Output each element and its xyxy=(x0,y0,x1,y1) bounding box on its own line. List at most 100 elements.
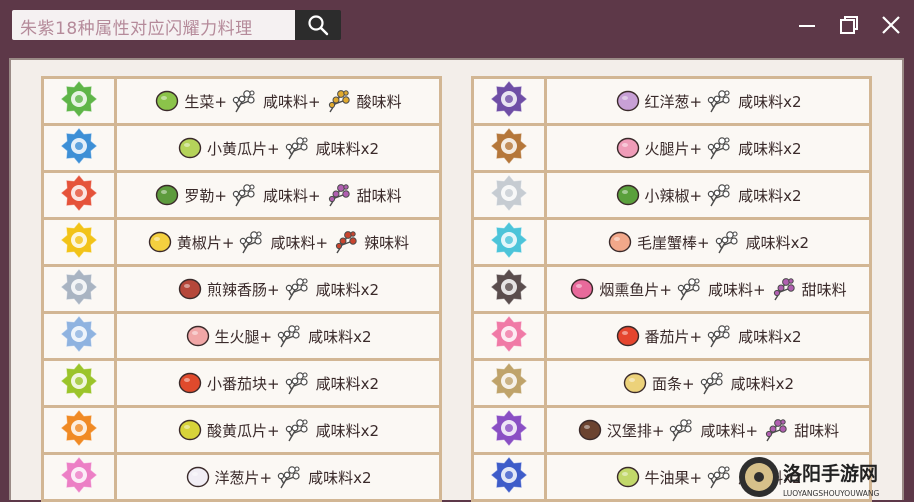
recipe-row: 小辣椒+ 咸味料x2 xyxy=(471,170,872,220)
type-cell xyxy=(471,358,547,408)
ingredient-label: 罗勒+ xyxy=(184,186,227,205)
recipe-row: 罗勒+ 咸味料+ 甜味料 xyxy=(41,170,442,220)
close-button[interactable] xyxy=(874,10,908,40)
seasoning-label: 咸味料x2 xyxy=(315,280,379,299)
minimize-button[interactable] xyxy=(790,10,824,40)
recipe-cell: 罗勒+ 咸味料+ 甜味料 xyxy=(114,170,442,220)
salty-herb-icon xyxy=(715,231,738,254)
ice-type-icon xyxy=(490,221,528,259)
salty-herb-icon xyxy=(677,278,700,301)
type-cell xyxy=(41,311,117,361)
grass-type-icon xyxy=(60,80,98,118)
ingredient-label: 烟熏鱼片+ xyxy=(599,280,672,299)
bug-type-icon xyxy=(60,362,98,400)
salty-herb-icon xyxy=(707,90,730,113)
type-cell xyxy=(41,123,117,173)
search-button[interactable] xyxy=(295,10,341,40)
ground-type-icon xyxy=(490,127,528,165)
ghost-type-icon xyxy=(490,80,528,118)
seasoning-label: 咸味料+ xyxy=(262,186,321,205)
recipe-cell: 烟熏鱼片+ 咸味料+ 甜味料 xyxy=(544,264,872,314)
watermark-url: LUOYANGSHOUYOUWANG xyxy=(783,489,879,498)
recipe-formula: 汉堡排+ 咸味料+ 甜味料 xyxy=(547,416,869,444)
flying-type-icon xyxy=(60,315,98,353)
seasoning-label: 咸味料x2 xyxy=(738,139,802,158)
maximize-icon xyxy=(840,16,858,34)
recipe-formula: 生菜+ 咸味料+ 酸味料 xyxy=(117,87,439,115)
onion-icon xyxy=(186,466,209,488)
steel-type-icon xyxy=(490,174,528,212)
seasoning-label: 咸味料+ xyxy=(707,280,766,299)
fire-type-icon xyxy=(60,174,98,212)
ham-icon xyxy=(186,325,209,347)
yellow-pepper-icon xyxy=(148,231,172,253)
water-type-icon xyxy=(60,127,98,165)
poison-type-icon xyxy=(490,409,528,447)
salty-herb-icon xyxy=(285,419,308,442)
type-cell xyxy=(41,264,117,314)
ingredient-label: 生火腿+ xyxy=(214,327,273,346)
search-input-value: 朱紫18种属性对应闪耀力料理 xyxy=(20,19,253,39)
tomato-icon xyxy=(178,372,202,394)
seasoning-label: 咸味料x2 xyxy=(730,374,794,393)
recipe-row: 面条+ 咸味料x2 xyxy=(471,358,872,408)
watermark: 洛阳手游网 LUOYANGSHOUYOUWANG xyxy=(739,457,879,498)
red-onion-icon xyxy=(616,90,639,112)
dragon-type-icon xyxy=(490,456,528,494)
fighting-type-icon xyxy=(60,409,98,447)
recipe-row: 小黄瓜片+ 咸味料x2 xyxy=(41,123,442,173)
ingredient-label: 面条+ xyxy=(652,374,695,393)
recipe-row: 小番茄块+ 咸味料x2 xyxy=(41,358,442,408)
recipe-formula: 火腿片+ 咸味料x2 xyxy=(547,134,869,162)
maximize-button[interactable] xyxy=(832,10,866,40)
seasoning-label: 咸味料x2 xyxy=(745,233,809,252)
recipe-cell: 黄椒片+ 咸味料+ 辣味料 xyxy=(114,217,442,267)
recipe-cell: 番茄片+ 咸味料x2 xyxy=(544,311,872,361)
recipe-formula: 煎辣香肠+ 咸味料x2 xyxy=(117,275,439,303)
seasoning-label: 咸味料x2 xyxy=(308,468,372,487)
salty-herb-icon xyxy=(232,184,255,207)
recipe-formula: 小番茄块+ 咸味料x2 xyxy=(117,369,439,397)
ingredient-label: 毛崖蟹棒+ xyxy=(637,233,710,252)
recipe-row: 黄椒片+ 咸味料+ 辣味料 xyxy=(41,217,442,267)
type-cell xyxy=(471,217,547,267)
pickle-icon xyxy=(178,419,202,441)
watermark-title: 洛阳手游网 xyxy=(783,462,878,485)
recipe-cell: 小辣椒+ 咸味料x2 xyxy=(544,170,872,220)
recipe-formula: 面条+ 咸味料x2 xyxy=(547,369,869,397)
ingredient-label: 汉堡排+ xyxy=(606,421,665,440)
recipe-row: 番茄片+ 咸味料x2 xyxy=(471,311,872,361)
recipe-row: 红洋葱+ 咸味料x2 xyxy=(471,76,872,126)
salty-herb-icon xyxy=(285,278,308,301)
burger-patty-icon xyxy=(578,419,602,441)
seasoning-label-2: 甜味料 xyxy=(801,280,847,299)
rock-type-icon xyxy=(490,362,528,400)
type-cell xyxy=(471,264,547,314)
recipe-formula: 毛崖蟹棒+ 咸味料x2 xyxy=(547,228,869,256)
search-input[interactable]: 朱紫18种属性对应闪耀力料理 xyxy=(12,10,295,40)
recipe-cell: 洋葱片+ 咸味料x2 xyxy=(114,452,442,502)
recipe-formula: 烟熏鱼片+ 咸味料+ 甜味料 xyxy=(547,275,869,303)
seasoning-label-2: 甜味料 xyxy=(794,421,840,440)
fairy-type-icon xyxy=(60,456,98,494)
jalapeno-icon xyxy=(616,184,639,206)
search-icon xyxy=(308,15,329,36)
salty-herb-icon xyxy=(240,231,263,254)
type-cell xyxy=(41,405,117,455)
type-cell xyxy=(41,452,117,502)
recipe-formula: 红洋葱+ 咸味料x2 xyxy=(547,87,869,115)
sweet-herb-icon xyxy=(328,184,350,207)
recipe-row: 煎辣香肠+ 咸味料x2 xyxy=(41,264,442,314)
type-cell xyxy=(41,76,117,126)
ingredient-label: 黄椒片+ xyxy=(176,233,235,252)
recipe-cell: 煎辣香肠+ 咸味料x2 xyxy=(114,264,442,314)
seasoning-label-2: 甜味料 xyxy=(356,186,402,205)
psychic-type-icon xyxy=(490,315,528,353)
recipe-formula: 小黄瓜片+ 咸味料x2 xyxy=(117,134,439,162)
type-cell xyxy=(41,217,117,267)
ingredient-label: 小黄瓜片+ xyxy=(207,139,280,158)
close-icon xyxy=(882,16,900,34)
recipe-cell: 汉堡排+ 咸味料+ 甜味料 xyxy=(544,405,872,455)
seasoning-label: 咸味料x2 xyxy=(315,139,379,158)
recipe-cell: 毛崖蟹棒+ 咸味料x2 xyxy=(544,217,872,267)
